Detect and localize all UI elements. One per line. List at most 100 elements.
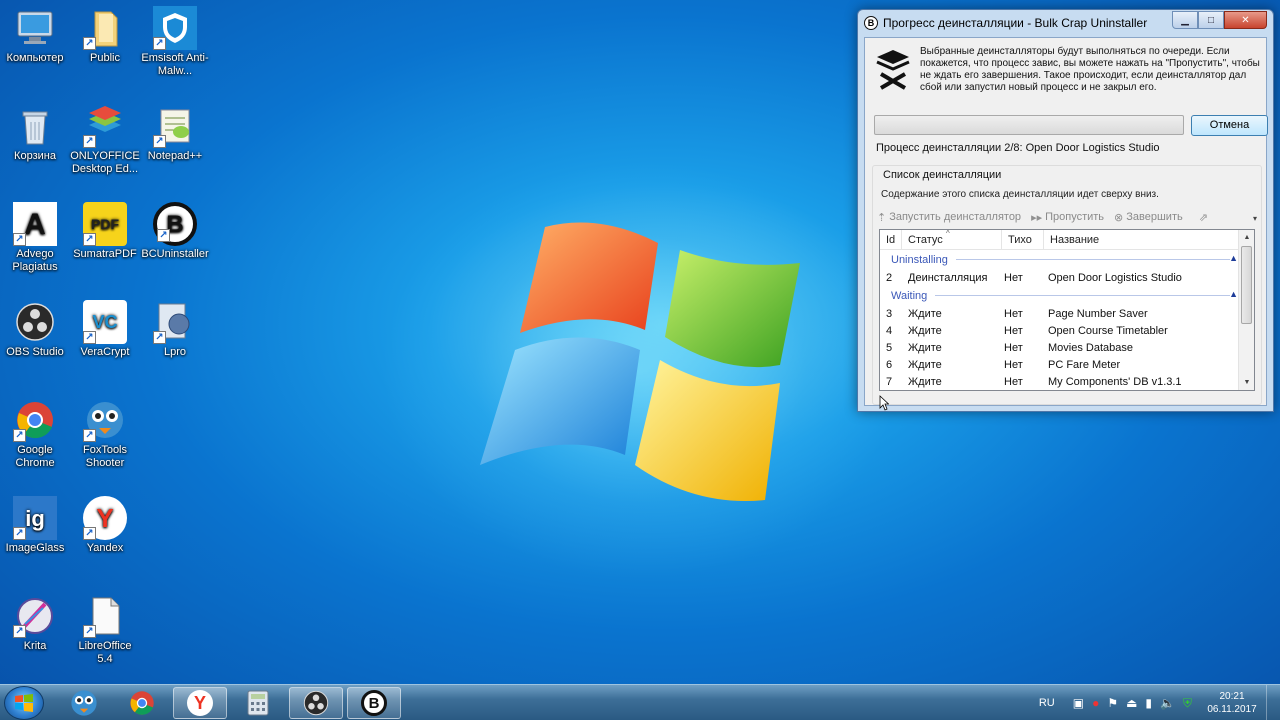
desktop-icon-label: Lpro bbox=[163, 346, 187, 358]
bcu-logo-icon bbox=[876, 50, 910, 90]
uninstall-progress-window[interactable]: B Прогресс деинсталляции - Bulk Crap Uni… bbox=[857, 9, 1274, 412]
list-scrollbar[interactable]: ▲ ▼ bbox=[1238, 230, 1254, 390]
yandex-icon: Y ↗ bbox=[83, 496, 127, 540]
libreoffice-icon: ↗ bbox=[83, 594, 127, 638]
desktop-icon-notepadpp[interactable]: ↗ Notepad++ bbox=[140, 104, 210, 163]
table-row[interactable]: 6 Ждите Нет PC Fare Meter bbox=[880, 356, 1254, 373]
window-title: Прогресс деинсталляции - Bulk Crap Unins… bbox=[883, 16, 1148, 30]
list-group-waiting[interactable]: Waiting ▲ bbox=[880, 286, 1254, 305]
advego-icon: A ↗ bbox=[13, 202, 57, 246]
bcuninstaller-icon: B bbox=[361, 690, 387, 716]
desktop-icon-chrome[interactable]: ↗ Google Chrome bbox=[0, 398, 70, 470]
volume-icon[interactable]: 🔈 bbox=[1160, 696, 1175, 710]
table-row[interactable]: 4 Ждите Нет Open Course Timetabler bbox=[880, 322, 1254, 339]
maximize-icon: □ bbox=[1207, 14, 1215, 26]
desktop-icon-sumatrapdf[interactable]: PDF ↗ SumatraPDF bbox=[70, 202, 140, 261]
collapse-chevron-icon[interactable]: ▲ bbox=[1229, 289, 1238, 299]
tray-app-icon[interactable]: ▣ bbox=[1073, 696, 1084, 710]
table-row[interactable]: 5 Ждите Нет Movies Database bbox=[880, 339, 1254, 356]
taskbar: Y B RU ▣ ● ⚑ ⏏ ▮ 🔈 ⛨ 20:21 06.11.2017 bbox=[0, 684, 1280, 720]
desktop-icon-onlyoffice[interactable]: ↗ ONLYOFFICE Desktop Ed... bbox=[70, 104, 140, 176]
desktop-icon-label: SumatraPDF bbox=[73, 248, 137, 260]
usb-device-icon[interactable]: ⏏ bbox=[1126, 696, 1137, 710]
action-center-flag-icon[interactable]: ⚑ bbox=[1107, 696, 1118, 710]
finish-button[interactable]: ⊗ Завершить bbox=[1114, 211, 1183, 224]
calculator-icon bbox=[247, 690, 269, 716]
desktop-icon-public[interactable]: ↗ Public bbox=[70, 6, 140, 65]
language-indicator[interactable]: RU bbox=[1039, 697, 1055, 709]
cancel-button[interactable]: Отмена bbox=[1191, 115, 1268, 136]
taskbar-calculator[interactable] bbox=[231, 687, 285, 719]
desktop-icon-advego[interactable]: A ↗ Advego Plagiatus bbox=[0, 202, 70, 274]
desktop-icon-label: FoxTools Shooter bbox=[82, 444, 128, 469]
external-link-icon: ⇗ bbox=[1198, 211, 1208, 224]
desktop-icon-recycle-bin[interactable]: Корзина bbox=[0, 104, 70, 163]
uninstall-list-group: Список деинсталляции Содержание этого сп… bbox=[872, 165, 1262, 405]
desktop-icon-label: Emsisoft Anti-Malw... bbox=[141, 52, 209, 77]
network-icon[interactable]: ▮ bbox=[1145, 696, 1152, 710]
clock[interactable]: 20:21 06.11.2017 bbox=[1202, 690, 1262, 716]
desktop-icon-libreoffice[interactable]: ↗ LibreOffice 5.4 bbox=[70, 594, 140, 666]
close-icon: ✕ bbox=[1241, 14, 1250, 26]
taskbar-obs[interactable] bbox=[289, 687, 343, 719]
skip-button[interactable]: ▸▸ Пропустить bbox=[1031, 211, 1104, 224]
security-shield-icon[interactable]: ⛨ bbox=[1183, 696, 1192, 711]
veracrypt-icon: VC ↗ bbox=[83, 300, 127, 344]
desktop-icon-veracrypt[interactable]: VC ↗ VeraCrypt bbox=[70, 300, 140, 359]
taskbar-chrome[interactable] bbox=[115, 687, 169, 719]
desktop-icon-bcuninstaller[interactable]: B ↗ BCUninstaller bbox=[140, 202, 210, 261]
desktop-icon-label: Yandex bbox=[86, 542, 124, 554]
desktop-icon-imageglass[interactable]: ig ↗ ImageGlass bbox=[0, 496, 70, 555]
column-quiet[interactable]: Тихо bbox=[1002, 230, 1044, 249]
desktop-icon-label: VeraCrypt bbox=[80, 346, 130, 358]
taskbar-foxtools[interactable] bbox=[57, 687, 111, 719]
scrollbar-thumb[interactable] bbox=[1241, 246, 1252, 324]
list-group-uninstalling[interactable]: Uninstalling ▲ bbox=[880, 250, 1254, 269]
column-id[interactable]: Id bbox=[880, 230, 902, 249]
table-row[interactable]: 7 Ждите Нет My Components' DB v1.3.1 bbox=[880, 373, 1254, 390]
table-row[interactable]: 2 Деинсталляция Нет Open Door Logistics … bbox=[880, 269, 1254, 286]
desktop-icon-foxtools[interactable]: ↗ FoxTools Shooter bbox=[70, 398, 140, 470]
scroll-up-icon[interactable]: ▲ bbox=[1239, 230, 1254, 245]
minimize-button[interactable]: ▁ bbox=[1172, 11, 1198, 29]
shortcut-arrow-icon: ↗ bbox=[13, 233, 26, 246]
taskbar-bcuninstaller[interactable]: B bbox=[347, 687, 401, 719]
taskbar-yandex[interactable]: Y bbox=[173, 687, 227, 719]
krita-icon: ↗ bbox=[13, 594, 57, 638]
table-row[interactable]: 3 Ждите Нет Page Number Saver bbox=[880, 305, 1254, 322]
emsisoft-shield-icon: ↗ bbox=[153, 6, 197, 50]
foxtools-icon bbox=[71, 690, 97, 716]
desktop-icon-computer[interactable]: Компьютер bbox=[0, 6, 70, 65]
shortcut-arrow-icon: ↗ bbox=[153, 37, 166, 50]
desktop-icon-label: OBS Studio bbox=[6, 346, 64, 358]
desktop-icon-label: ImageGlass bbox=[5, 542, 65, 554]
progress-status-text: Процесс деинсталляции 2/8: Open Door Log… bbox=[876, 142, 1160, 154]
shortcut-arrow-icon: ↗ bbox=[13, 429, 26, 442]
desktop-icon-emsisoft[interactable]: ↗ Emsisoft Anti-Malw... bbox=[140, 6, 210, 78]
collapse-chevron-icon[interactable]: ▲ bbox=[1229, 253, 1238, 263]
uninstall-list[interactable]: Id Статус ^ Тихо Название Uninstalling ▲… bbox=[879, 229, 1255, 391]
sort-ascending-icon: ^ bbox=[946, 229, 950, 238]
maximize-button[interactable]: □ bbox=[1198, 11, 1224, 29]
windows-start-icon bbox=[15, 694, 33, 712]
shortcut-arrow-icon: ↗ bbox=[83, 625, 96, 638]
group-title: Список деинсталляции bbox=[880, 169, 1005, 181]
close-button[interactable]: ✕ bbox=[1224, 11, 1267, 29]
shortcut-arrow-icon: ↗ bbox=[153, 331, 166, 344]
desktop-icon-obs[interactable]: OBS Studio bbox=[0, 300, 70, 359]
shortcut-arrow-icon: ↗ bbox=[83, 233, 96, 246]
uninstall-progress-bar bbox=[874, 115, 1184, 135]
start-button[interactable] bbox=[4, 686, 44, 720]
column-name[interactable]: Название bbox=[1044, 230, 1234, 249]
tray-shield-red-icon[interactable]: ● bbox=[1092, 696, 1099, 710]
desktop-icon-krita[interactable]: ↗ Krita bbox=[0, 594, 70, 653]
toolbar-overflow-icon[interactable]: ▾ bbox=[1253, 214, 1257, 223]
desktop-icon-yandex[interactable]: Y ↗ Yandex bbox=[70, 496, 140, 555]
show-desktop-button[interactable] bbox=[1266, 685, 1280, 720]
desktop-icon-lpro[interactable]: ↗ Lpro bbox=[140, 300, 210, 359]
run-uninstaller-button[interactable]: ⇡ Запустить деинсталлятор bbox=[877, 211, 1021, 224]
scroll-down-icon[interactable]: ▼ bbox=[1239, 375, 1254, 390]
shortcut-arrow-icon: ↗ bbox=[13, 625, 26, 638]
popout-button[interactable]: ⇗ bbox=[1199, 211, 1211, 224]
column-status[interactable]: Статус ^ bbox=[902, 230, 1002, 249]
